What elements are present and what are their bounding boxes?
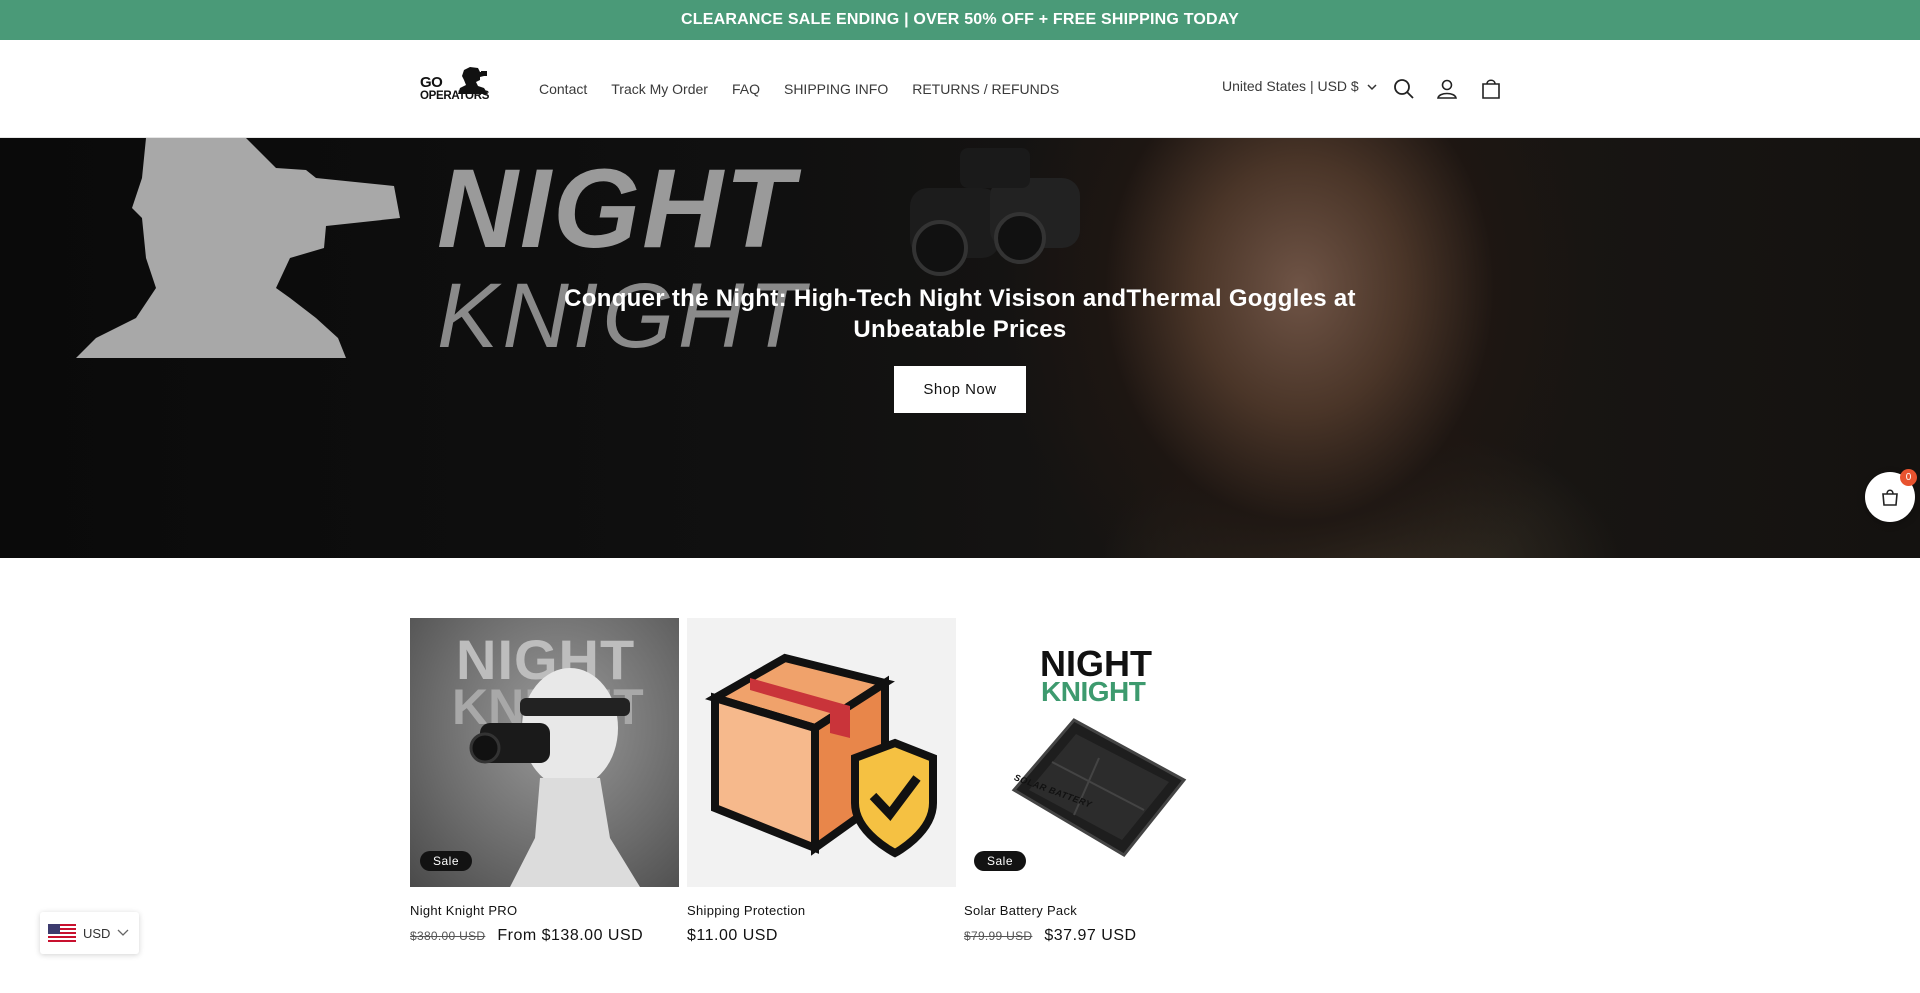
operator-silhouette-icon bbox=[458, 67, 488, 94]
product-price: $380.00 USD From $138.00 USD bbox=[410, 927, 679, 945]
sale-badge: Sale bbox=[420, 851, 473, 871]
nav-shipping-info[interactable]: SHIPPING INFO bbox=[772, 80, 900, 98]
product-title[interactable]: Shipping Protection bbox=[687, 903, 956, 918]
currency-label: USD bbox=[83, 925, 111, 941]
package-shield-icon bbox=[705, 653, 937, 858]
site-header: GO OPERATORS Contact Track My Order FAQ … bbox=[0, 40, 1920, 138]
product-card[interactable]: Shipping Protection $11.00 USD bbox=[687, 618, 956, 945]
account-icon bbox=[1437, 79, 1457, 99]
country-currency-selector[interactable]: United States | USD $ bbox=[1222, 78, 1377, 94]
solar-battery-image bbox=[1011, 718, 1187, 857]
nav-returns-refunds[interactable]: RETURNS / REFUNDS bbox=[900, 80, 1071, 98]
product-title[interactable]: Night Knight PRO bbox=[410, 903, 679, 918]
hero-bg-word-night: NIGHT bbox=[437, 146, 796, 271]
sale-badge: Sale bbox=[974, 851, 1027, 871]
search-button[interactable] bbox=[1391, 76, 1417, 102]
nav-track-my-order[interactable]: Track My Order bbox=[599, 80, 720, 98]
product-price: $11.00 USD bbox=[687, 927, 956, 945]
shopping-bag-icon bbox=[1882, 489, 1898, 506]
chevron-down-icon bbox=[1367, 83, 1377, 90]
mannequin-goggles-image bbox=[469, 668, 640, 887]
us-flag-icon bbox=[48, 924, 76, 942]
account-button[interactable] bbox=[1434, 76, 1460, 102]
logo-line1: GO bbox=[420, 74, 443, 91]
price-current: $37.97 USD bbox=[1044, 927, 1137, 944]
hero-banner: NIGHT KNIGHT Conquer the Night: High-Tec… bbox=[0, 138, 1920, 558]
search-icon bbox=[1394, 79, 1414, 99]
price-current: From $138.00 USD bbox=[497, 927, 644, 944]
floating-cart-button[interactable]: 0 bbox=[1865, 469, 1917, 522]
nav-faq[interactable]: FAQ bbox=[720, 80, 772, 98]
product-card[interactable]: NIGHT KNIGHT SOLAR BATTERY Sale Solar Ba… bbox=[964, 618, 1233, 945]
price-current: $11.00 USD bbox=[687, 927, 778, 944]
product-image[interactable] bbox=[687, 618, 956, 887]
price-compare-at: $380.00 USD bbox=[410, 929, 486, 943]
nav-contact[interactable]: Contact bbox=[527, 80, 599, 98]
chevron-down-icon bbox=[117, 929, 129, 936]
announcement-bar: CLEARANCE SALE ENDING | OVER 50% OFF + F… bbox=[0, 0, 1920, 40]
announcement-text: CLEARANCE SALE ENDING | OVER 50% OFF + F… bbox=[681, 11, 1239, 28]
cart-count-badge: 0 bbox=[1900, 469, 1917, 486]
product-image[interactable]: NIGHT KNIGHT Sale bbox=[410, 618, 679, 887]
product-image[interactable]: NIGHT KNIGHT SOLAR BATTERY Sale bbox=[964, 618, 1233, 887]
image-word-knight: KNIGHT bbox=[1041, 676, 1146, 707]
shop-now-button[interactable]: Shop Now bbox=[894, 366, 1026, 413]
cart-icon bbox=[1482, 79, 1500, 99]
price-compare-at: $79.99 USD bbox=[964, 929, 1033, 943]
main-nav: Contact Track My Order FAQ SHIPPING INFO… bbox=[527, 80, 1071, 98]
region-label: United States | USD $ bbox=[1222, 78, 1359, 94]
product-price: $79.99 USD $37.97 USD bbox=[964, 927, 1233, 945]
store-logo[interactable]: GO OPERATORS bbox=[420, 66, 494, 112]
hero-title: Conquer the Night: High-Tech Night Visis… bbox=[564, 285, 1356, 343]
currency-switcher[interactable]: USD bbox=[40, 912, 139, 954]
cart-button[interactable] bbox=[1478, 76, 1504, 102]
product-card[interactable]: NIGHT KNIGHT Sale Night Knight PRO $380.… bbox=[410, 618, 679, 945]
product-grid: NIGHT KNIGHT Sale Night Knight PRO $380.… bbox=[410, 618, 1233, 945]
soldier-silhouette-icon bbox=[76, 138, 400, 358]
product-title[interactable]: Solar Battery Pack bbox=[964, 903, 1233, 918]
